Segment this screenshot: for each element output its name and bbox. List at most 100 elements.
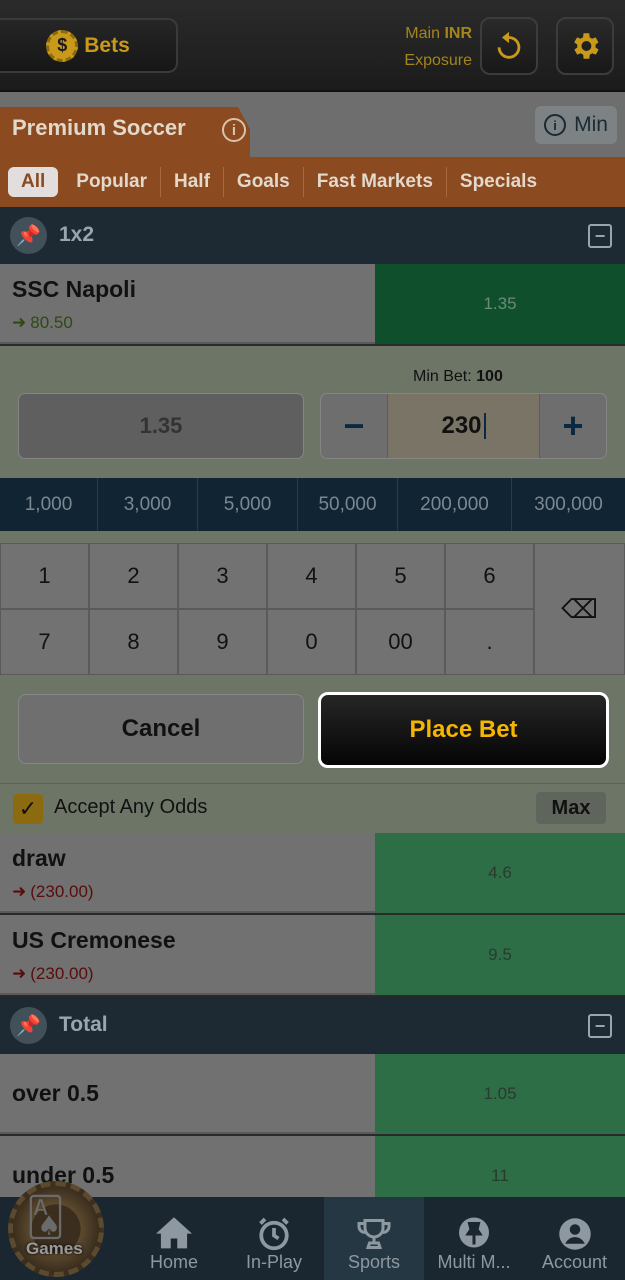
collapse-icon[interactable]: −: [588, 224, 612, 248]
pin-icon[interactable]: 📌: [10, 1007, 47, 1044]
odds-button[interactable]: 4.6: [375, 833, 625, 913]
key-8[interactable]: 8: [89, 609, 178, 675]
quick-stake-button[interactable]: 300,000: [512, 478, 625, 531]
trophy-icon: [357, 1219, 391, 1249]
coin-icon: $: [46, 29, 79, 62]
market-tabs: All Popular Half Goals Fast Markets Spec…: [0, 157, 625, 207]
arrow-right-icon: ➜: [12, 882, 27, 901]
currency-label: INR: [444, 25, 472, 42]
tab-popular[interactable]: Popular: [63, 167, 162, 197]
minimize-button[interactable]: i Min: [535, 106, 617, 144]
selection-liability: ➜ (230.00): [12, 964, 94, 984]
market-title: 1x2: [59, 223, 95, 246]
text-caret: [483, 413, 486, 439]
nav-label: Multi M...: [437, 1252, 511, 1272]
key-3[interactable]: 3: [178, 543, 267, 609]
info-icon[interactable]: i: [222, 118, 246, 142]
quick-stake-button[interactable]: 50,000: [298, 478, 398, 531]
max-button[interactable]: Max: [536, 792, 606, 824]
gear-icon: [574, 33, 599, 59]
bets-button[interactable]: $ Bets: [0, 18, 178, 73]
place-bet-button[interactable]: Place Bet: [318, 692, 609, 768]
stake-value: 230: [441, 412, 482, 439]
market-header-total[interactable]: 📌 Total −: [0, 997, 625, 1054]
accept-odds-checkbox[interactable]: ✓: [13, 794, 43, 824]
title-bar: Premium Soccer: [0, 92, 625, 157]
odds-field[interactable]: 1.35: [18, 393, 304, 459]
games-button[interactable]: 🂡 Games: [2, 1175, 114, 1280]
profit-value: 80.50: [30, 313, 73, 332]
key-6[interactable]: 6: [445, 543, 534, 609]
key-5[interactable]: 5: [356, 543, 445, 609]
selection-name: SSC Napoli: [12, 276, 136, 302]
market-title: Total: [59, 1013, 108, 1036]
key-decimal[interactable]: .: [445, 609, 534, 675]
selection-profit: ➜ 80.50: [12, 313, 73, 333]
odds-button[interactable]: 1.35: [375, 264, 625, 344]
key-00[interactable]: 00: [356, 609, 445, 675]
bet-actions: Cancel Place Bet: [0, 675, 625, 783]
selection-row: SSC Napoli ➜ 80.50 1.35: [0, 264, 625, 344]
wallet-info: Main INR Exposure: [380, 20, 472, 74]
clock-icon: [259, 1217, 289, 1251]
nav-home[interactable]: Home: [124, 1197, 224, 1280]
playing-cards-icon: 🂡: [26, 1197, 65, 1239]
refresh-icon: [497, 31, 521, 59]
nav-multi-markets[interactable]: Multi M...: [424, 1197, 524, 1280]
nav-account[interactable]: Account: [524, 1197, 625, 1280]
pin-icon[interactable]: 📌: [10, 217, 47, 254]
stake-stepper: − 230 +: [320, 393, 607, 459]
min-bet-label: Min Bet:: [413, 368, 472, 385]
nav-label: Account: [541, 1252, 608, 1272]
pin-icon: [459, 1217, 489, 1248]
key-2[interactable]: 2: [89, 543, 178, 609]
top-header: $ Bets Main INR Exposure: [0, 0, 625, 92]
info-icon: i: [544, 114, 567, 136]
increase-stake-button[interactable]: +: [540, 394, 606, 458]
nav-sports[interactable]: Sports: [324, 1197, 424, 1280]
tab-half[interactable]: Half: [161, 167, 224, 197]
min-label: Min: [574, 113, 608, 136]
odds-button[interactable]: 1.05: [375, 1054, 625, 1134]
bet-slip: Min Bet: 100 1.35 − 230 +: [0, 346, 625, 478]
tab-goals[interactable]: Goals: [224, 167, 304, 197]
page-title: Premium Soccer: [12, 115, 186, 140]
bets-label: Bets: [84, 33, 130, 57]
collapse-icon[interactable]: −: [588, 1014, 612, 1038]
cancel-button[interactable]: Cancel: [18, 694, 304, 764]
decrease-stake-button[interactable]: −: [321, 394, 387, 458]
backspace-button[interactable]: ⌫: [534, 543, 625, 675]
selection-name: over 0.5: [12, 1080, 99, 1106]
settings-button[interactable]: [556, 17, 614, 75]
nav-in-play[interactable]: In-Play: [224, 1197, 324, 1280]
refresh-button[interactable]: [480, 17, 538, 75]
key-7[interactable]: 7: [0, 609, 89, 675]
accept-odds-label: Accept Any Odds: [54, 796, 208, 818]
selection-row: US Cremonese ➜ (230.00) 9.5: [0, 915, 625, 995]
key-1[interactable]: 1: [0, 543, 89, 609]
quick-stake-button[interactable]: 1,000: [0, 478, 98, 531]
tab-all[interactable]: All: [8, 167, 59, 197]
home-icon: [156, 1217, 192, 1249]
min-bet-value: 100: [476, 368, 503, 385]
spacer: [0, 531, 625, 543]
key-4[interactable]: 4: [267, 543, 356, 609]
odds-button[interactable]: 9.5: [375, 915, 625, 995]
arrow-right-icon: ➜: [12, 964, 27, 983]
selection-name: draw: [12, 845, 66, 871]
market-header-1x2[interactable]: 📌 1x2 −: [0, 207, 625, 264]
quick-stake-button[interactable]: 200,000: [398, 478, 512, 531]
tab-specials[interactable]: Specials: [447, 167, 550, 197]
stake-input[interactable]: 230: [387, 394, 540, 458]
key-9[interactable]: 9: [178, 609, 267, 675]
quick-stake-button[interactable]: 5,000: [198, 478, 298, 531]
nav-label: Sports: [347, 1252, 401, 1272]
selection-row: over 0.5 1.05: [0, 1054, 625, 1134]
number-keypad: 1 2 3 4 5 6 7 8 9 0 00 . ⌫: [0, 543, 625, 675]
key-0[interactable]: 0: [267, 609, 356, 675]
quick-stake-button[interactable]: 3,000: [98, 478, 198, 531]
tab-fast-markets[interactable]: Fast Markets: [304, 167, 447, 197]
liability-value: (230.00): [30, 882, 94, 901]
min-bet: Min Bet: 100: [413, 368, 503, 386]
arrow-right-icon: ➜: [12, 313, 27, 332]
